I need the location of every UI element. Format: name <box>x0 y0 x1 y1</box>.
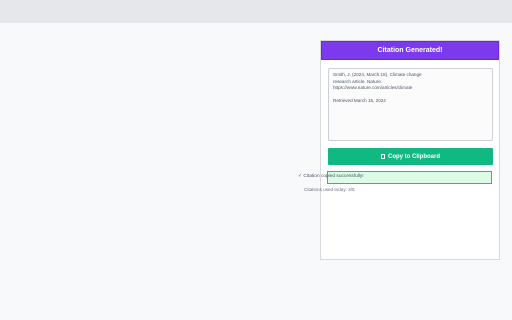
copy-to-clipboard-button[interactable]: Copy to Clipboard <box>328 148 493 165</box>
copy-button-label: Copy to Clipboard <box>388 153 440 160</box>
usage-counter: Citations used today: 3/5 <box>304 187 355 192</box>
panel-title: Citation Generated! <box>377 47 443 54</box>
clipboard-icon <box>381 153 385 159</box>
browser-top-bar <box>0 0 512 23</box>
citation-panel: Citation Generated! Smith, J. (2024, Mar… <box>320 40 500 260</box>
panel-header: Citation Generated! <box>321 41 499 60</box>
citation-retrieved: Retrieved March 15, 2024 <box>333 97 386 103</box>
success-message: ✓ Citation copied successfully! <box>298 174 364 179</box>
citation-output[interactable]: Smith, J. (2024, March 15). Climate chan… <box>328 68 493 141</box>
